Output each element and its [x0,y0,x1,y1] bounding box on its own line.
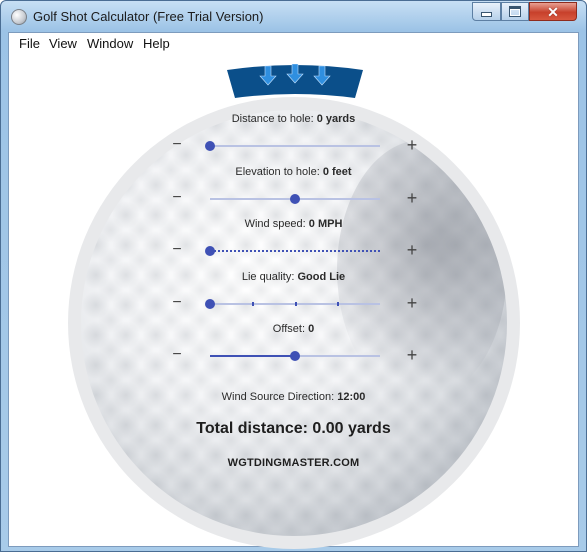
total-distance: Total distance: 0.00 yards [196,420,391,437]
minimize-icon [481,12,492,17]
wind-arrows-icon[interactable] [225,64,365,100]
elevation-label: Elevation to hole: 0 feet [235,166,352,178]
calculator-panel: Distance to hole: 0 yards − + Elevation … [9,54,578,549]
wind-speed-slider-thumb[interactable] [205,246,215,256]
lie-quality-value: Good Lie [297,271,346,283]
distance-slider-thumb[interactable] [205,141,215,151]
distance-slider[interactable] [210,145,380,147]
offset-slider-thumb[interactable] [290,351,300,361]
lie-tick-mark [295,302,297,306]
golf-ball-app-icon [11,9,27,25]
distance-slider-row: − + [9,136,578,156]
elevation-decrease-button[interactable]: − [170,189,184,207]
close-icon: ✕ [547,3,559,20]
lie-decrease-button[interactable]: − [170,294,184,312]
offset-slider-row: − + [9,346,578,366]
lie-increase-button[interactable]: + [405,294,419,312]
minimize-button[interactable] [472,2,501,21]
distance-value: 0 yards [316,113,356,125]
lie-tick-mark [252,302,254,306]
distance-decrease-button[interactable]: − [170,136,184,154]
maximize-button[interactable] [501,2,529,21]
menu-file[interactable]: File [19,36,40,51]
wind-speed-slider[interactable] [210,250,380,252]
offset-label: Offset: 0 [272,323,315,335]
elevation-slider-thumb[interactable] [290,194,300,204]
wind-increase-button[interactable]: + [405,241,419,259]
client-area: File View Window Help Distance to hole: … [8,32,579,549]
lie-quality-label: Lie quality: Good Lie [241,271,346,283]
wind-source-direction: Wind Source Direction: 12:00 [221,391,366,403]
maximize-icon [509,6,521,17]
menu-help[interactable]: Help [143,36,170,51]
distance-increase-button[interactable]: + [405,136,419,154]
close-button[interactable]: ✕ [529,2,577,21]
menu-window[interactable]: Window [87,36,133,51]
title-bar[interactable]: Golf Shot Calculator (Free Trial Version… [1,1,586,33]
app-window: Golf Shot Calculator (Free Trial Version… [0,0,587,552]
menu-view[interactable]: View [49,36,77,51]
window-title: Golf Shot Calculator (Free Trial Version… [33,9,264,24]
brand-text: WGTDINGMASTER.COM [227,457,360,469]
offset-decrease-button[interactable]: − [170,346,184,364]
wind-source-value: 12:00 [337,391,366,403]
menu-bar: File View Window Help [9,33,578,54]
elevation-increase-button[interactable]: + [405,189,419,207]
wind-speed-label: Wind speed: 0 MPH [244,218,343,230]
elevation-slider-row: − + [9,189,578,209]
elevation-value: 0 feet [322,166,352,178]
lie-tick-mark [337,302,339,306]
wind-speed-value: 0 MPH [308,218,343,230]
wind-decrease-button[interactable]: − [170,241,184,259]
distance-label: Distance to hole: 0 yards [231,113,356,125]
lie-quality-slider-thumb[interactable] [205,299,215,309]
offset-value: 0 [308,323,315,335]
wind-speed-slider-row: − + [9,241,578,261]
offset-increase-button[interactable]: + [405,346,419,364]
lie-quality-slider-row: − + [9,294,578,314]
